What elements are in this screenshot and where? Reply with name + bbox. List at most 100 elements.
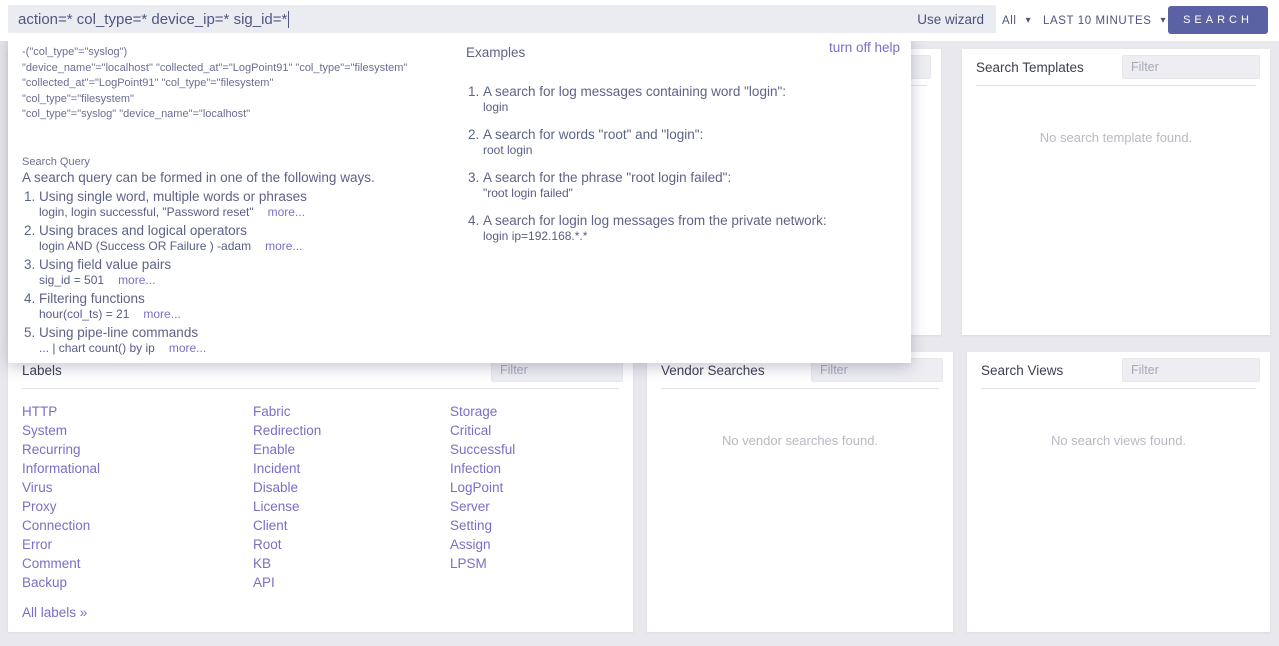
example-desc: A search for words "root" and "login": (483, 127, 896, 143)
search-query-item-title: Using braces and logical operators (39, 222, 462, 239)
label-link[interactable]: Informational (22, 459, 253, 478)
use-wizard-link[interactable]: Use wizard (917, 12, 984, 27)
search-query-item: Using pipe-line commands ... | chart cou… (39, 324, 462, 356)
search-query-input[interactable]: action=* col_type=* device_ip=* sig_id=*… (8, 5, 996, 33)
label-link[interactable]: Recurring (22, 440, 253, 459)
search-views-empty-text: No search views found. (967, 389, 1270, 448)
history-query[interactable]: "device_name"="localhost" "collected_at"… (22, 61, 462, 77)
example-item: A search for the phrase "root login fail… (483, 170, 896, 201)
search-views-title: Search Views (981, 363, 1063, 378)
label-link[interactable]: Virus (22, 478, 253, 497)
more-link[interactable]: more... (143, 307, 180, 321)
label-link[interactable]: Proxy (22, 497, 253, 516)
labels-panel: Labels HTTP System Recurring Information… (8, 352, 633, 632)
example-desc: A search for log messages containing wor… (483, 84, 896, 100)
labels-column-1: HTTP System Recurring Informational Viru… (22, 402, 253, 592)
label-link[interactable]: Critical (450, 421, 620, 440)
more-link[interactable]: more... (265, 239, 302, 253)
label-link[interactable]: Client (253, 516, 450, 535)
label-link[interactable]: Root (253, 535, 450, 554)
more-link[interactable]: more... (268, 205, 305, 219)
history-query[interactable]: "col_type"="filesystem" (22, 92, 462, 108)
search-templates-header: Search Templates (962, 49, 1270, 85)
search-views-filter-input[interactable] (1122, 358, 1260, 382)
chevron-down-icon: ▾ (1161, 15, 1167, 26)
search-query-item-title: Using pipe-line commands (39, 324, 462, 341)
label-link[interactable]: Fabric (253, 402, 450, 421)
search-query-intro: A search query can be formed in one of t… (22, 170, 462, 185)
repo-dropdown[interactable]: All ▾ (1002, 0, 1031, 41)
label-link[interactable]: Connection (22, 516, 253, 535)
search-query-item: Using field value pairs sig_id = 501more… (39, 256, 462, 288)
label-link[interactable]: Incident (253, 459, 450, 478)
search-query-item-example: sig_id = 501 (39, 273, 104, 287)
time-range-dropdown[interactable]: LAST 10 MINUTES ▾ (1043, 0, 1166, 41)
text-cursor (288, 11, 289, 28)
search-templates-filter-input[interactable] (1122, 55, 1260, 79)
label-link[interactable]: LogPoint (450, 478, 620, 497)
help-left-column: -("col_type"="syslog") "device_name"="lo… (22, 45, 462, 358)
labels-column-3: Storage Critical Successful Infection Lo… (450, 402, 620, 592)
search-query-list: Using single word, multiple words or phr… (22, 188, 462, 356)
search-query-item-example: ... | chart count() by ip (39, 341, 155, 355)
label-link[interactable]: Setting (450, 516, 620, 535)
example-desc: A search for login log messages from the… (483, 213, 896, 229)
label-link[interactable]: License (253, 497, 450, 516)
example-item: A search for words "root" and "login": r… (483, 127, 896, 158)
search-query-item-example: login AND (Success OR Failure ) -adam (39, 239, 251, 253)
label-link[interactable]: Server (450, 497, 620, 516)
label-link[interactable]: Redirection (253, 421, 450, 440)
label-link[interactable]: Disable (253, 478, 450, 497)
label-link[interactable]: Assign (450, 535, 620, 554)
search-views-panel: Search Views No search views found. (967, 352, 1270, 632)
help-examples-column: Examples A search for log messages conta… (466, 45, 896, 256)
chevron-down-icon: ▾ (1026, 15, 1032, 26)
label-link[interactable]: Successful (450, 440, 620, 459)
all-labels-link[interactable]: All labels » (22, 605, 87, 620)
label-link[interactable]: System (22, 421, 253, 440)
search-help-popover: turn off help -("col_type"="syslog") "de… (8, 33, 911, 363)
more-link[interactable]: more... (169, 341, 206, 355)
label-link[interactable]: API (253, 573, 450, 592)
history-query[interactable]: "col_type"="syslog" "device_name"="local… (22, 107, 462, 123)
search-query-item: Filtering functions hour(col_ts) = 21 mor… (39, 290, 462, 322)
label-link[interactable]: Storage (450, 402, 620, 421)
search-query-item-example: hour(col_ts) = 21 (39, 307, 129, 321)
search-query-text: action=* col_type=* device_ip=* sig_id=* (18, 11, 287, 28)
example-item: A search for login log messages from the… (483, 213, 896, 244)
labels-grid: HTTP System Recurring Informational Viru… (22, 402, 623, 592)
examples-section-title: Examples (466, 45, 896, 60)
divider (22, 388, 619, 389)
history-query[interactable]: "collected_at"="LogPoint91" "col_type"="… (22, 76, 462, 92)
search-query-section-title: Search Query (22, 156, 462, 168)
label-link[interactable]: HTTP (22, 402, 253, 421)
repo-dropdown-label: All (1002, 15, 1017, 27)
search-query-item: Using single word, multiple words or phr… (39, 188, 462, 220)
search-query-item: Using braces and logical operators login… (39, 222, 462, 254)
example-desc: A search for the phrase "root login fail… (483, 170, 896, 186)
search-templates-panel: Search Templates No search template foun… (962, 49, 1270, 335)
time-range-label: LAST 10 MINUTES (1043, 15, 1152, 27)
example-value: login ip=192.168.*.* (483, 229, 896, 244)
label-link[interactable]: LPSM (450, 554, 620, 573)
search-query-item-title: Using single word, multiple words or phr… (39, 188, 462, 205)
search-query-item-example: login, login successful, "Password reset… (39, 205, 254, 219)
label-link[interactable]: Error (22, 535, 253, 554)
label-link[interactable]: Infection (450, 459, 620, 478)
label-link[interactable]: Comment (22, 554, 253, 573)
search-query-item-title: Filtering functions (39, 290, 462, 307)
labels-title: Labels (22, 363, 62, 378)
search-history-list: -("col_type"="syslog") "device_name"="lo… (22, 45, 462, 123)
label-link[interactable]: Enable (253, 440, 450, 459)
vendor-searches-empty-text: No vendor searches found. (647, 389, 953, 448)
more-link[interactable]: more... (118, 273, 155, 287)
label-link[interactable]: Backup (22, 573, 253, 592)
example-value: login (483, 100, 896, 115)
vendor-searches-panel: Vendor Searches No vendor searches found… (647, 352, 953, 632)
label-link[interactable]: KB (253, 554, 450, 573)
history-query[interactable]: -("col_type"="syslog") (22, 45, 462, 61)
example-value: root login (483, 143, 896, 158)
search-toolbar: action=* col_type=* device_ip=* sig_id=*… (0, 0, 1279, 41)
example-item: A search for log messages containing wor… (483, 84, 896, 115)
search-button[interactable]: SEARCH (1168, 6, 1268, 34)
